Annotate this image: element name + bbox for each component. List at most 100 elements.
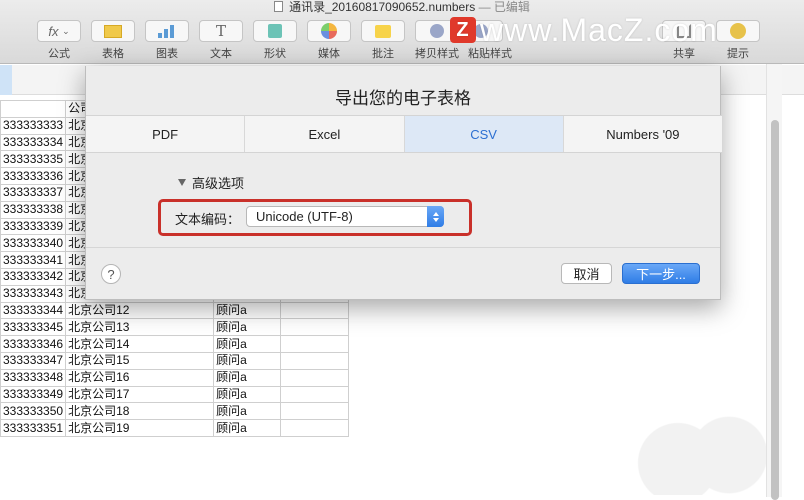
table-cell[interactable]: [280, 335, 350, 353]
media-icon: [321, 23, 337, 39]
media-label: 媒体: [318, 48, 340, 60]
text-label: 文本: [210, 48, 232, 60]
table-cell[interactable]: [280, 318, 350, 337]
table-cell[interactable]: 333333336: [0, 167, 67, 185]
comment-icon: [375, 24, 391, 38]
table-cell[interactable]: 北京公司15: [65, 351, 215, 370]
document-icon: [274, 1, 284, 12]
scrollbar-thumb[interactable]: [771, 120, 779, 500]
encoding-value: Unicode (UTF-8): [256, 209, 353, 224]
table-row: 333333347 北京公司15 顾问a: [0, 351, 350, 370]
table-cell[interactable]: 333333348: [0, 368, 67, 387]
comment-button[interactable]: [361, 20, 405, 42]
tab-numbers-09[interactable]: Numbers '09: [564, 116, 722, 152]
table-cell[interactable]: 333333349: [0, 385, 67, 404]
window-filename: 通讯录_20160817090652.numbers: [289, 0, 476, 14]
chart-label: 图表: [156, 48, 178, 60]
watermark: Z www.MacZ.com: [450, 10, 718, 50]
table-cell[interactable]: 顾问a: [213, 301, 282, 320]
table-cell[interactable]: 顾问a: [213, 318, 282, 337]
formula-label: 公式: [48, 48, 70, 60]
watermark-text: www.MacZ.com: [480, 11, 718, 48]
table-cell[interactable]: 北京公司13: [65, 318, 215, 337]
table-cell[interactable]: 北京公司18: [65, 402, 215, 421]
table-cell[interactable]: 顾问a: [213, 419, 282, 437]
table-cell[interactable]: 北京公司14: [65, 335, 215, 353]
table-cell[interactable]: 333333345: [0, 318, 67, 337]
tab-csv[interactable]: CSV: [404, 116, 564, 152]
table-cell[interactable]: 北京公司16: [65, 368, 215, 387]
table-row: 333333350 北京公司18 顾问a: [0, 402, 350, 421]
table-cell[interactable]: [280, 419, 350, 437]
function-icon: fx: [48, 23, 59, 39]
table-label: 表格: [102, 48, 124, 60]
tab-pdf[interactable]: PDF: [86, 116, 246, 152]
table-cell[interactable]: 333333343: [0, 284, 67, 303]
table-cell[interactable]: [280, 351, 350, 370]
table-cell[interactable]: 333333338: [0, 200, 67, 219]
text-button[interactable]: T: [199, 20, 243, 42]
table-row: 333333349 北京公司17 顾问a: [0, 385, 350, 404]
cancel-button[interactable]: 取消: [561, 263, 612, 284]
chart-button[interactable]: [145, 20, 189, 42]
next-button[interactable]: 下一步...: [622, 263, 700, 284]
copy-style-icon: [430, 24, 444, 38]
formula-button[interactable]: fx ⌄: [37, 20, 81, 42]
table-icon: [104, 24, 122, 38]
watermark-logo: Z: [450, 17, 476, 43]
table-row: 333333346 北京公司14 顾问a: [0, 335, 350, 353]
disclosure-triangle-icon: [178, 179, 186, 186]
table-cell[interactable]: 北京公司19: [65, 419, 215, 437]
table-cell[interactable]: 北京公司12: [65, 301, 215, 320]
table-cell[interactable]: 333333341: [0, 251, 67, 269]
table-cell[interactable]: 顾问a: [213, 402, 282, 421]
vertical-scrollbar[interactable]: [766, 64, 782, 500]
table-cell[interactable]: 333333340: [0, 234, 67, 253]
sheet-tab[interactable]: [0, 65, 12, 95]
table-cell[interactable]: 333333347: [0, 351, 67, 370]
table-cell[interactable]: 顾问a: [213, 335, 282, 353]
table-cell[interactable]: 顾问a: [213, 385, 282, 404]
table-cell[interactable]: 333333342: [0, 267, 67, 286]
table-cell[interactable]: 333333350: [0, 402, 67, 421]
tips-button[interactable]: [716, 20, 760, 42]
table-cell[interactable]: [0, 100, 67, 118]
background-decoration: [610, 415, 780, 495]
shape-button[interactable]: [253, 20, 297, 42]
table-row: 333333345 北京公司13 顾问a: [0, 318, 350, 337]
advanced-options-toggle[interactable]: 高级选项: [178, 173, 244, 192]
help-button[interactable]: ?: [101, 264, 121, 284]
table-cell[interactable]: 333333335: [0, 150, 67, 169]
table-cell[interactable]: 北京公司17: [65, 385, 215, 404]
comment-label: 批注: [372, 48, 394, 60]
table-button[interactable]: [91, 20, 135, 42]
table-cell[interactable]: [280, 385, 350, 404]
advanced-options-label: 高级选项: [192, 176, 245, 191]
table-cell[interactable]: 333333346: [0, 335, 67, 353]
table-cell[interactable]: 333333339: [0, 217, 67, 236]
table-cell[interactable]: 顾问a: [213, 351, 282, 370]
shape-icon: [268, 24, 282, 38]
table-cell[interactable]: 333333334: [0, 133, 67, 152]
table-cell[interactable]: 333333344: [0, 301, 67, 320]
encoding-label: 文本编码：: [175, 212, 241, 227]
table-cell[interactable]: 333333351: [0, 419, 67, 437]
format-tabs: PDF Excel CSV Numbers '09: [86, 115, 722, 153]
table-cell[interactable]: [280, 402, 350, 421]
shape-label: 形状: [264, 48, 286, 60]
media-button[interactable]: [307, 20, 351, 42]
select-stepper-icon: [427, 206, 444, 227]
chart-icon: [158, 24, 176, 38]
table-cell[interactable]: 顾问a: [213, 368, 282, 387]
table-row: 333333344 北京公司12 顾问a: [0, 301, 350, 320]
encoding-select[interactable]: Unicode (UTF-8): [246, 206, 444, 227]
text-icon: T: [215, 22, 226, 40]
table-cell[interactable]: 333333333: [0, 116, 67, 135]
table-cell[interactable]: [280, 301, 350, 320]
table-cell[interactable]: [280, 368, 350, 387]
tab-excel[interactable]: Excel: [245, 116, 405, 152]
table-row: 333333348 北京公司16 顾问a: [0, 368, 350, 387]
lightbulb-icon: [730, 23, 746, 39]
table-row: 333333351 北京公司19 顾问a: [0, 419, 350, 437]
table-cell[interactable]: 333333337: [0, 183, 67, 202]
